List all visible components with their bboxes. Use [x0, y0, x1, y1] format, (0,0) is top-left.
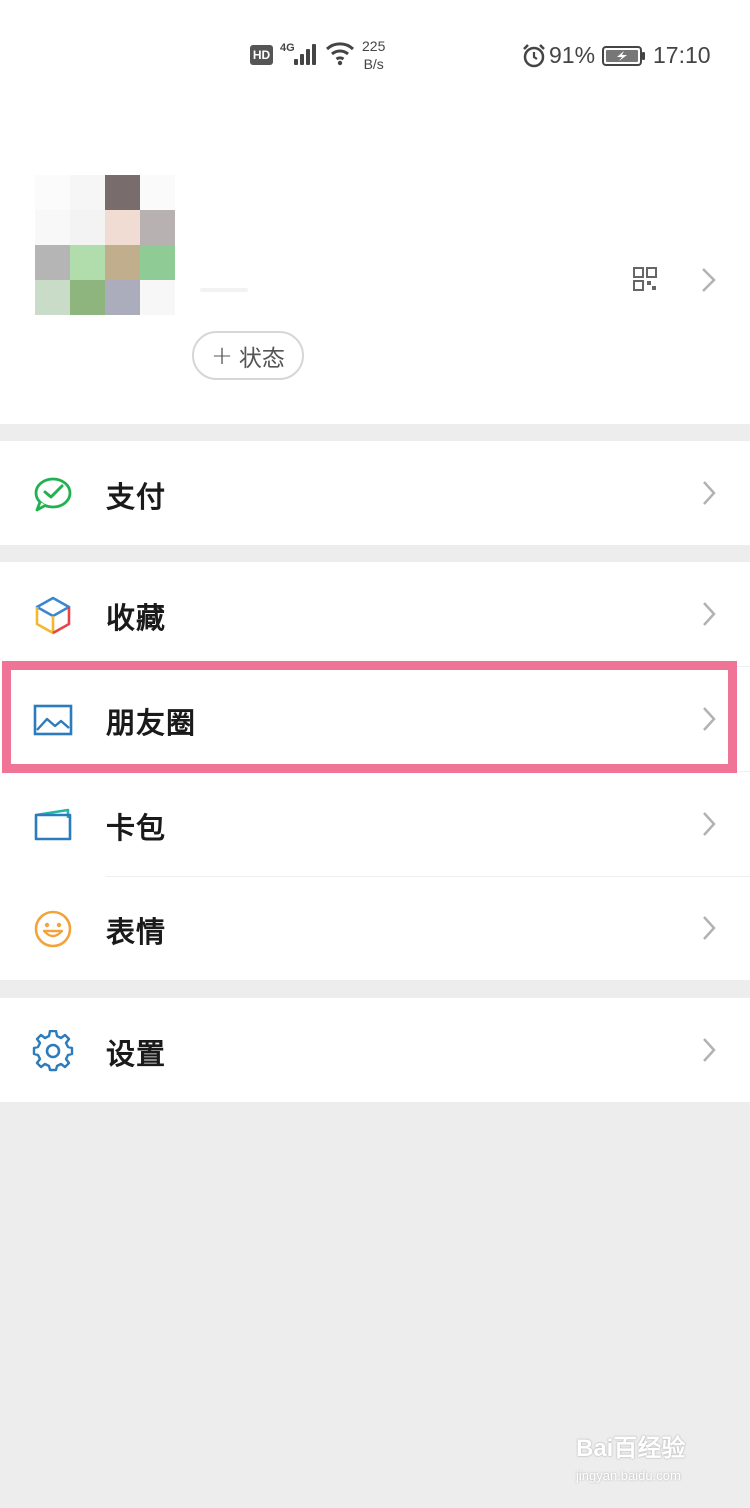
alarm-icon	[523, 44, 545, 68]
add-status-label: 状态	[238, 345, 285, 372]
menu-item-pay[interactable]: 支付	[0, 441, 750, 546]
favorites-cube-icon	[35, 596, 71, 635]
chevron-right-icon	[703, 481, 716, 505]
profile-header[interactable]: + 状态	[0, 110, 750, 424]
battery-percent: 91%	[549, 42, 596, 68]
avatar[interactable]	[35, 175, 175, 315]
smiley-face-icon	[34, 910, 72, 948]
network-speed-value: 225	[362, 38, 386, 54]
network-speed: 225 B/s	[362, 37, 385, 73]
card-wallet-icon	[34, 808, 72, 841]
plus-icon: +	[211, 340, 233, 371]
menu-item-settings[interactable]: 设置	[0, 998, 750, 1103]
signal-icon	[292, 43, 320, 65]
menu-item-label: 卡包	[106, 811, 167, 845]
pay-icon	[34, 477, 72, 512]
watermark-url: jingyan.baidu.com	[576, 1468, 681, 1483]
battery-charging-icon	[602, 46, 645, 66]
profile-chevron-right-icon[interactable]	[700, 266, 718, 294]
chevron-right-icon	[703, 1038, 716, 1062]
menu-item-label: 收藏	[106, 601, 167, 635]
wifi-icon	[325, 42, 355, 66]
hd-badge: HD	[250, 45, 273, 65]
chevron-right-icon	[703, 602, 716, 626]
menu-item-label: 支付	[106, 480, 167, 514]
gear-icon	[32, 1030, 74, 1072]
watermark-brand: Bai百经验	[576, 1435, 686, 1462]
nickname-blurred	[200, 288, 248, 292]
network-speed-unit: B/s	[363, 56, 384, 72]
chevron-right-icon	[703, 916, 716, 940]
menu-item-label: 设置	[106, 1037, 167, 1071]
menu-item-favorites[interactable]: 收藏	[0, 562, 750, 667]
baidu-jingyan-watermark: Bai百经验 jingyan.baidu.com	[576, 1428, 716, 1494]
moments-highlight-box	[2, 661, 737, 773]
pay-section: 支付	[0, 441, 750, 545]
settings-section: 设置	[0, 998, 750, 1102]
qr-code-icon[interactable]	[632, 266, 658, 292]
chevron-right-icon	[703, 812, 716, 836]
add-status-button[interactable]: + 状态	[192, 331, 304, 380]
menu-item-stickers[interactable]: 表情	[0, 876, 750, 981]
status-bar: HD 4G 225 B/s 91% 17:10	[0, 0, 750, 110]
menu-item-label: 表情	[106, 915, 167, 949]
clock-time: 17:10	[653, 42, 711, 68]
menu-item-cards[interactable]: 卡包	[0, 772, 750, 877]
